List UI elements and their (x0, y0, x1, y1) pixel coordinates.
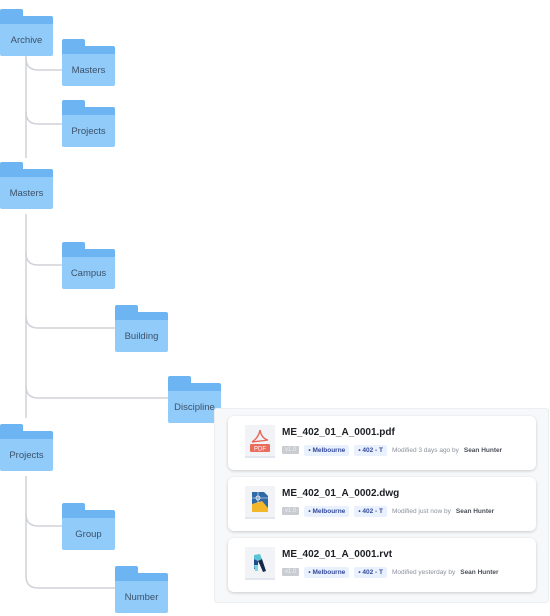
file-card[interactable]: ME_402_01_A_0001.rvt v1.0 • Melbourne • … (228, 538, 536, 592)
location-tag: • Melbourne (304, 566, 350, 578)
code-tag-label: 402 - T (362, 446, 383, 454)
connector-masters-building (25, 315, 115, 329)
modified-user: Sean Hunter (460, 568, 499, 576)
dwg-file-icon (245, 486, 275, 519)
folder-masters-root[interactable]: Masters (0, 162, 53, 209)
file-meta: v1.0 • Melbourne • 402 - T Modified yest… (282, 566, 499, 578)
modified-text: Modified just now by (392, 507, 451, 515)
location-tag-label: Melbourne (312, 507, 346, 515)
version-badge: v1.0 (282, 446, 300, 454)
folder-campus[interactable]: Campus (62, 242, 115, 289)
connector-projects-group (25, 513, 62, 527)
modified-text: Modified 3 days ago by (392, 446, 459, 454)
modified-user: Sean Hunter (463, 446, 503, 454)
file-name: ME_402_01_A_0001.rvt (282, 549, 393, 560)
file-meta: v1.0 • Melbourne • 402 - T Modified 3 da… (282, 444, 502, 456)
code-tag-label: 402 - T (362, 568, 383, 576)
file-list-panel: PDF ME_402_01_A_0001.pdf v1.0 • Melbourn… (214, 408, 549, 603)
connector-masters-campus (25, 252, 62, 266)
version-badge: v1.0 (282, 507, 300, 515)
folder-archive[interactable]: Archive (0, 9, 53, 56)
code-tag: • 402 - T (354, 566, 387, 578)
folder-label: Archive (0, 24, 53, 56)
folder-label: Number (115, 581, 168, 613)
modified-user: Sean Hunter (455, 507, 495, 515)
connector-projects-number (25, 575, 115, 589)
location-tag-label: Melbourne (312, 446, 346, 454)
folder-number[interactable]: Number (115, 566, 168, 613)
folder-label: Masters (0, 177, 53, 209)
folder-masters[interactable]: Masters (62, 39, 115, 86)
folder-group[interactable]: Group (62, 503, 115, 550)
svg-text:PDF: PDF (254, 446, 266, 452)
version-badge: v1.0 (282, 568, 300, 576)
folder-label: Projects (62, 115, 115, 147)
file-card[interactable]: ME_402_01_A_0002.dwg v1.0 • Melbourne • … (228, 477, 536, 531)
folder-structure-diagram: Archive Masters Projects Masters Campus … (0, 0, 550, 616)
folder-label: Campus (62, 257, 115, 289)
code-tag: • 402 - T (354, 444, 387, 456)
connector-masters-discipline (25, 385, 168, 399)
file-card[interactable]: PDF ME_402_01_A_0001.pdf v1.0 • Melbourn… (228, 416, 536, 470)
connector-archive-projects (25, 111, 62, 125)
location-tag-label: Melbourne (312, 568, 346, 576)
location-tag: • Melbourne (304, 505, 350, 517)
folder-projects[interactable]: Projects (62, 100, 115, 147)
folder-label: Group (62, 518, 115, 550)
folder-label: Building (115, 320, 168, 352)
modified-text: Modified yesterday by (392, 568, 456, 576)
folder-building[interactable]: Building (115, 305, 168, 352)
file-name: ME_402_01_A_0001.pdf (282, 427, 395, 438)
rvt-file-icon (245, 547, 275, 580)
location-tag: • Melbourne (304, 444, 350, 456)
file-meta: v1.0 • Melbourne • 402 - T Modified just… (282, 505, 494, 517)
code-tag: • 402 - T (354, 505, 387, 517)
pdf-file-icon: PDF (245, 425, 275, 458)
folder-label: Projects (0, 439, 53, 471)
folder-projects-root[interactable]: Projects (0, 424, 53, 471)
file-name: ME_402_01_A_0002.dwg (282, 488, 400, 499)
code-tag-label: 402 - T (362, 507, 383, 515)
connector-archive-masters (25, 57, 62, 71)
folder-label: Masters (62, 54, 115, 86)
